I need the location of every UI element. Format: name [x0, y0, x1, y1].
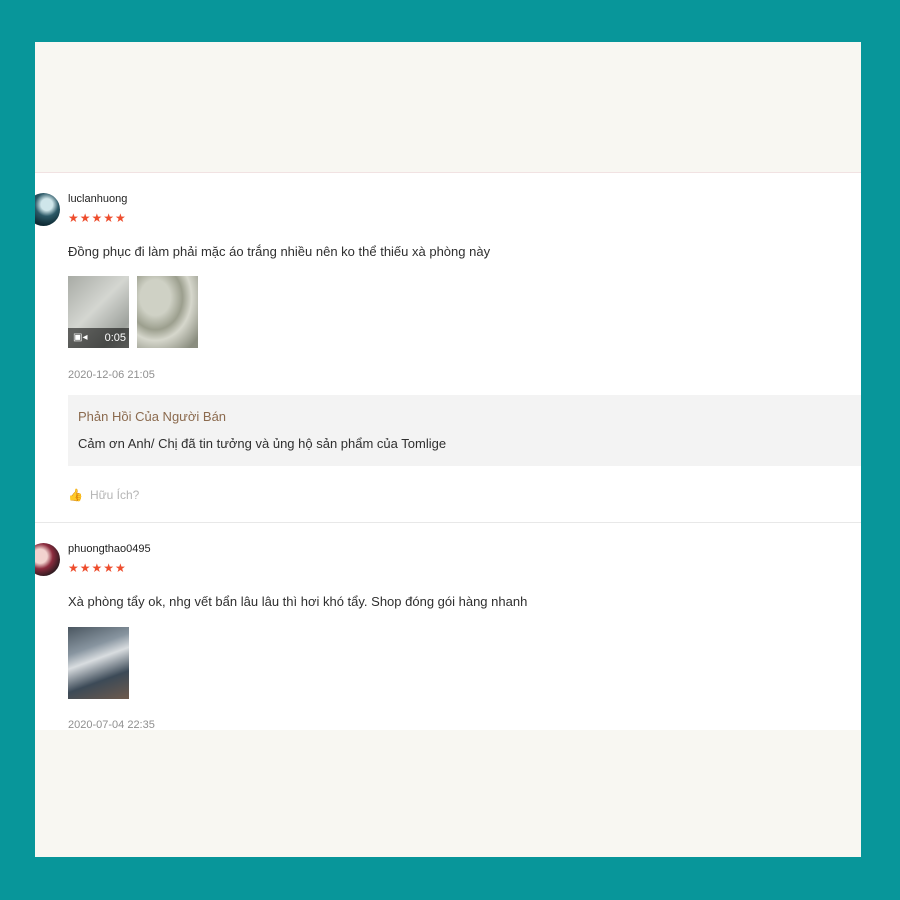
avatar[interactable] [35, 543, 60, 576]
review-image-thumbnail[interactable] [137, 276, 198, 348]
rating-stars: ★★★★★ [68, 211, 127, 225]
seller-reply: Phản Hồi Của Người Bán Cảm ơn Anh/ Chị đ… [68, 395, 861, 466]
review-image-thumbnail[interactable] [68, 627, 129, 699]
review-date: 2020-07-04 22:35 [68, 719, 155, 731]
helpful-label: Hữu Ích? [89, 488, 140, 502]
thumbs-up-icon: 👍 [68, 488, 83, 502]
rating-stars: ★★★★★ [68, 561, 127, 575]
video-camera-icon: ▣◂ [73, 332, 88, 343]
review-comment: Xà phòng tẩy ok, nhg vết bẩn lâu lâu thì… [68, 594, 528, 609]
review-comment: Đồng phục đi làm phải mặc áo trắng nhiều… [68, 244, 491, 259]
review-video-thumbnail[interactable]: ▣◂ 0:05 [68, 276, 129, 348]
review-divider [35, 522, 861, 523]
review-username[interactable]: phuongthao0495 [68, 543, 151, 555]
seller-reply-text: Cảm ơn Anh/ Chị đã tin tưởng và ủng hộ s… [78, 436, 447, 451]
avatar[interactable] [35, 193, 60, 226]
review-date: 2020-12-06 21:05 [68, 369, 155, 381]
helpful-button[interactable]: 👍 Hữu Ích? [68, 488, 139, 502]
screenshot-frame: luclanhuong ★★★★★ Đồng phục đi làm phải … [35, 42, 861, 857]
seller-reply-title: Phản Hồi Của Người Bán [78, 409, 227, 424]
video-duration: 0:05 [104, 332, 126, 344]
review-list: luclanhuong ★★★★★ Đồng phục đi làm phải … [35, 172, 861, 731]
video-overlay: ▣◂ 0:05 [68, 328, 129, 348]
review-username[interactable]: luclanhuong [68, 193, 127, 205]
